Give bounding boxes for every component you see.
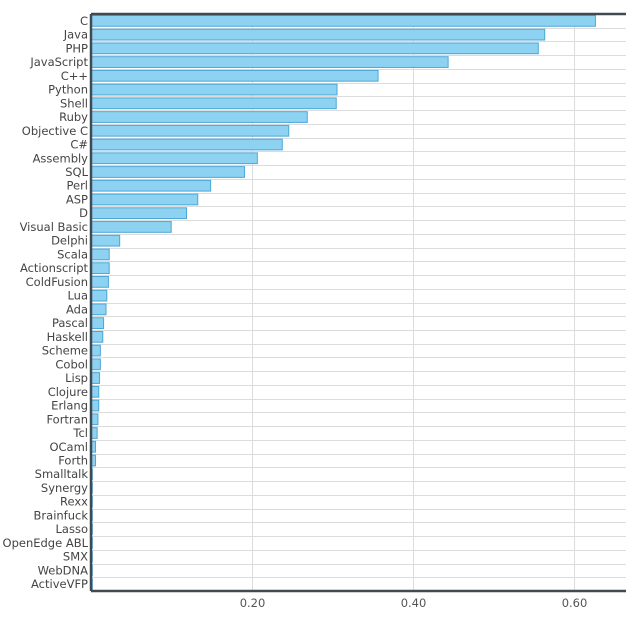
bar <box>91 193 199 206</box>
bar <box>91 221 172 233</box>
bar <box>91 234 121 247</box>
bar <box>91 152 258 165</box>
y-category-label: D <box>79 206 88 220</box>
y-category-label: SMX <box>63 550 88 564</box>
y-category-label: OpenEdge ABL <box>3 536 89 550</box>
y-category-label: Cobol <box>55 357 88 371</box>
y-category-label: Rexx <box>60 495 88 509</box>
y-category-label: PHP <box>65 41 88 55</box>
y-category-label: JavaScript <box>29 55 88 69</box>
y-category-label: Java <box>63 28 88 42</box>
y-category-label: C <box>80 14 88 28</box>
y-category-label: Visual Basic <box>20 220 88 234</box>
bar <box>91 111 308 123</box>
y-category-label: Fortran <box>46 412 88 426</box>
y-category-label: Scheme <box>42 344 88 358</box>
bar <box>91 166 245 178</box>
bar <box>91 427 98 439</box>
y-category-label: Lisp <box>65 371 88 385</box>
bar <box>91 344 101 357</box>
bar <box>91 358 101 371</box>
y-category-label: Erlang <box>51 399 88 413</box>
y-category-label: Forth <box>58 453 88 467</box>
y-category-label: Brainfuck <box>34 508 89 522</box>
bar <box>91 179 212 192</box>
x-axis-labels: 0.20 0.40 0.60 <box>240 596 588 610</box>
bar <box>91 399 100 412</box>
bar <box>91 248 110 261</box>
y-category-label: OCaml <box>49 440 88 454</box>
bar <box>91 289 108 302</box>
y-category-label: Smalltalk <box>35 467 89 481</box>
y-category-label: Scala <box>57 247 88 261</box>
y-category-label: Shell <box>60 96 88 110</box>
y-category-label: Python <box>48 83 88 97</box>
bar <box>91 385 100 398</box>
bar <box>91 413 99 426</box>
bar <box>91 56 449 68</box>
bar <box>91 124 290 137</box>
y-category-label: Objective C <box>22 124 88 138</box>
bar <box>91 330 104 343</box>
y-category-label: Actionscript <box>20 261 89 275</box>
y-category-label: Delphi <box>51 234 88 248</box>
y-category-label: Haskell <box>47 330 88 344</box>
bar <box>91 15 596 27</box>
y-category-label: ActiveVFP <box>31 577 88 591</box>
bar <box>91 138 283 151</box>
y-category-label: ColdFusion <box>26 275 88 289</box>
y-category-label: ASP <box>66 192 88 206</box>
bar <box>91 317 105 329</box>
bar <box>91 372 101 384</box>
y-category-label: Ada <box>66 302 88 316</box>
x-tick-label: 0.20 <box>240 596 266 610</box>
bar <box>91 262 110 275</box>
y-category-label: Lua <box>67 289 88 303</box>
y-category-label: C++ <box>61 69 88 83</box>
x-tick-label: 0.40 <box>401 596 427 610</box>
bar <box>91 83 338 96</box>
bar-chart: CJavaPHPJavaScriptC++PythonShellRubyObje… <box>3 12 626 610</box>
bar <box>91 276 109 288</box>
bar <box>91 97 337 110</box>
y-category-label: Lasso <box>56 522 88 536</box>
bar <box>91 42 539 55</box>
y-category-label: WebDNA <box>38 563 89 577</box>
y-category-label: Ruby <box>59 110 88 124</box>
y-category-label: Perl <box>66 179 88 193</box>
y-axis-labels: CJavaPHPJavaScriptC++PythonShellRubyObje… <box>3 14 89 591</box>
x-tick-label: 0.60 <box>562 596 588 610</box>
y-category-label: Pascal <box>52 316 88 330</box>
bars <box>91 15 596 591</box>
y-category-label: C# <box>70 138 88 152</box>
y-category-label: Clojure <box>48 385 88 399</box>
y-category-label: SQL <box>65 165 88 179</box>
bar <box>91 303 107 316</box>
bar <box>91 69 379 82</box>
y-category-label: Tcl <box>72 426 88 440</box>
bar <box>91 207 187 220</box>
y-category-label: Assembly <box>33 151 89 165</box>
bar <box>91 28 546 41</box>
y-category-label: Synergy <box>41 481 88 495</box>
